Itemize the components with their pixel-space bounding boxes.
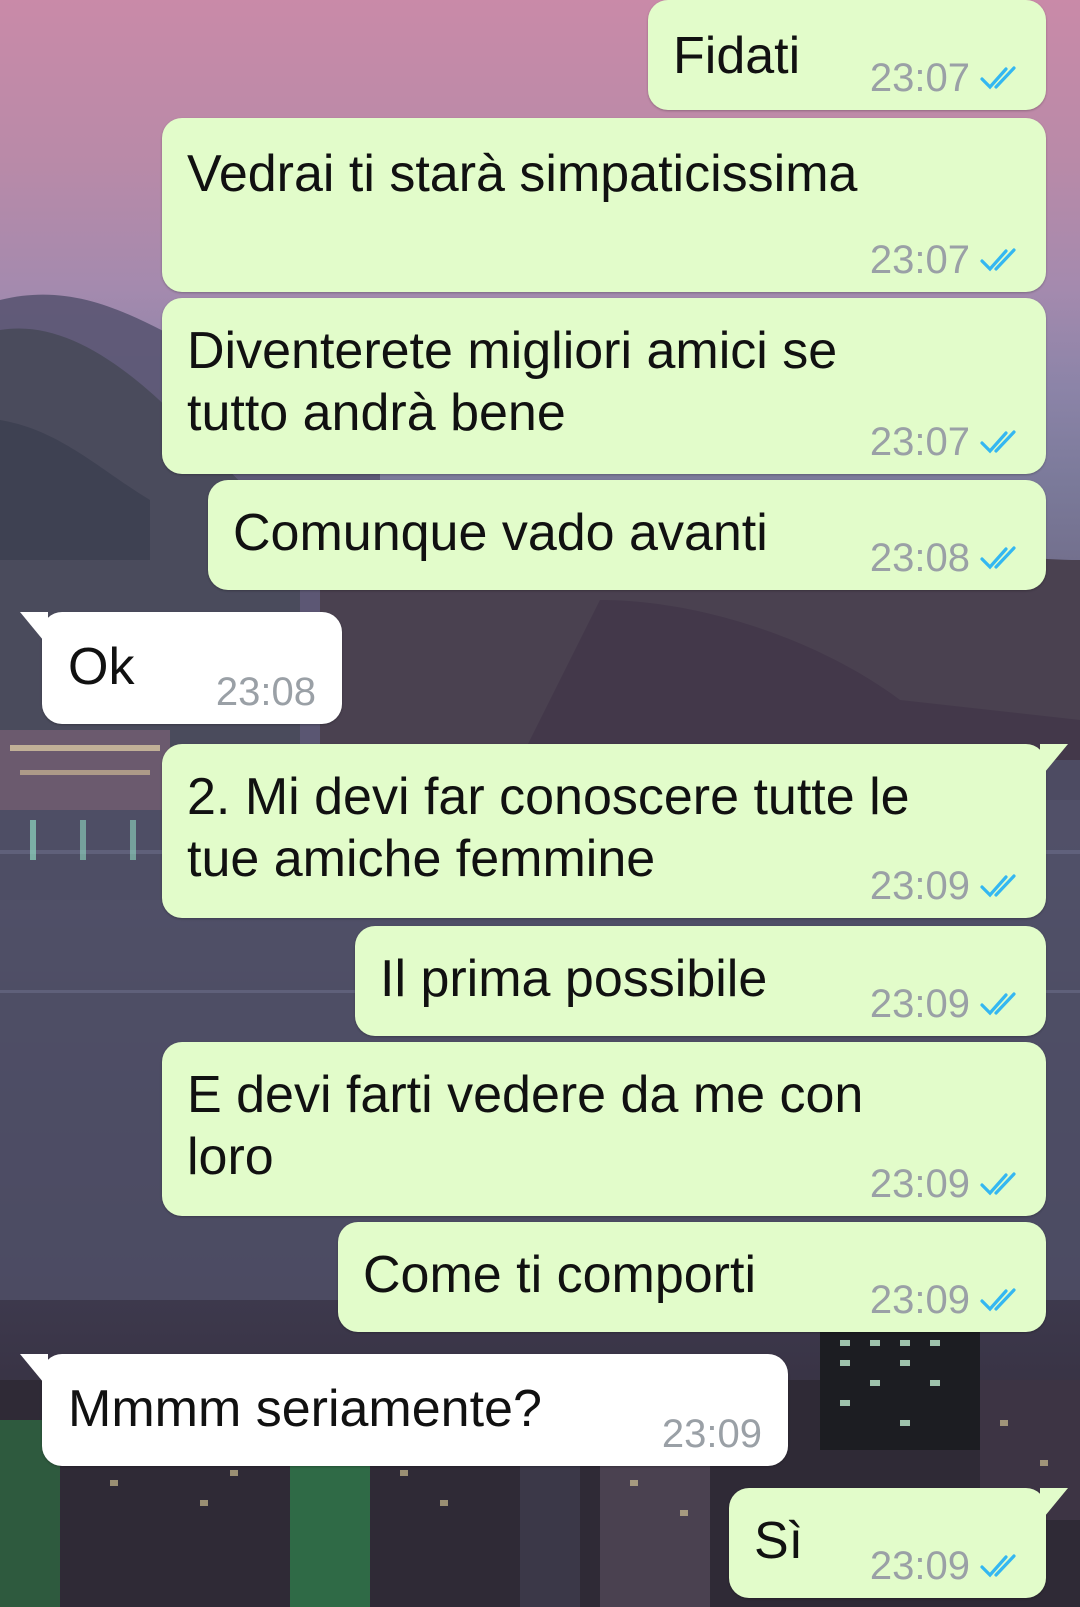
message-meta: 23:07	[870, 240, 1022, 280]
double-check-read-icon	[980, 1554, 1022, 1578]
message-text: Vedrai ti starà simpaticissima	[187, 145, 858, 203]
message-text: Diventerete migliori amici se tutto andr…	[187, 322, 838, 442]
message-bubble-outgoing[interactable]: Come ti comporti 23:09	[338, 1222, 1046, 1332]
message-bubble-incoming[interactable]: Ok 23:08	[20, 612, 342, 724]
message-meta: 23:07	[870, 58, 1022, 98]
message-text: 2. Mi devi far conoscere tutte le tue am…	[187, 768, 910, 888]
message-text: Sì	[754, 1512, 804, 1570]
message-bubble-outgoing[interactable]: Sì 23:09	[729, 1488, 1068, 1598]
message-text: Come ti comporti	[363, 1246, 756, 1304]
message-time: 23:09	[869, 1278, 970, 1322]
message-bubble-outgoing[interactable]: Fidati 23:07	[648, 0, 1046, 110]
message-bubble-outgoing[interactable]: E devi farti vedere da me con loro 23:09	[162, 1042, 1046, 1216]
message-time: 23:09	[869, 982, 970, 1026]
double-check-read-icon	[980, 874, 1022, 898]
bubble-tail	[1040, 1488, 1068, 1522]
message-meta: 23:08	[870, 538, 1022, 578]
message-time: 23:07	[869, 420, 970, 464]
bubble-tail	[1040, 744, 1068, 778]
message-text: Mmmm seriamente?	[68, 1380, 542, 1438]
double-check-read-icon	[980, 248, 1022, 272]
message-meta: 23:09	[870, 1546, 1022, 1586]
message-time: 23:08	[215, 670, 316, 714]
message-time: 23:07	[869, 56, 970, 100]
bubble-tail	[20, 612, 48, 646]
double-check-read-icon	[980, 430, 1022, 454]
double-check-read-icon	[980, 66, 1022, 90]
message-bubble-outgoing[interactable]: Vedrai ti starà simpaticissima 23:07	[162, 118, 1046, 292]
double-check-read-icon	[980, 546, 1022, 570]
message-meta: 23:07	[870, 422, 1022, 462]
message-text: Fidati	[673, 27, 801, 85]
message-time: 23:09	[869, 864, 970, 908]
double-check-read-icon	[980, 992, 1022, 1016]
message-bubble-outgoing[interactable]: Comunque vado avanti 23:08	[208, 480, 1046, 590]
bubble-tail	[20, 1354, 48, 1388]
message-meta: 23:09	[662, 1414, 762, 1454]
message-time: 23:09	[661, 1412, 762, 1456]
message-list[interactable]: Fidati 23:07 Vedrai ti starà simpaticiss…	[0, 0, 1080, 1607]
message-meta: 23:09	[870, 1164, 1022, 1204]
message-text: E devi farti vedere da me con loro	[187, 1066, 864, 1186]
message-bubble-outgoing[interactable]: 2. Mi devi far conoscere tutte le tue am…	[162, 744, 1068, 918]
message-text: Comunque vado avanti	[233, 504, 768, 562]
message-time: 23:09	[869, 1162, 970, 1206]
message-meta: 23:09	[870, 866, 1022, 906]
message-time: 23:09	[869, 1544, 970, 1588]
message-meta: 23:08	[216, 672, 316, 712]
message-meta: 23:09	[870, 984, 1022, 1024]
message-bubble-incoming[interactable]: Mmmm seriamente? 23:09	[20, 1354, 788, 1466]
message-text: Ok	[68, 638, 135, 696]
message-time: 23:08	[869, 536, 970, 580]
double-check-read-icon	[980, 1288, 1022, 1312]
message-time: 23:07	[869, 238, 970, 282]
message-text: Il prima possibile	[380, 950, 768, 1008]
double-check-read-icon	[980, 1172, 1022, 1196]
message-meta: 23:09	[870, 1280, 1022, 1320]
message-bubble-outgoing[interactable]: Il prima possibile 23:09	[355, 926, 1046, 1036]
message-bubble-outgoing[interactable]: Diventerete migliori amici se tutto andr…	[162, 298, 1046, 474]
